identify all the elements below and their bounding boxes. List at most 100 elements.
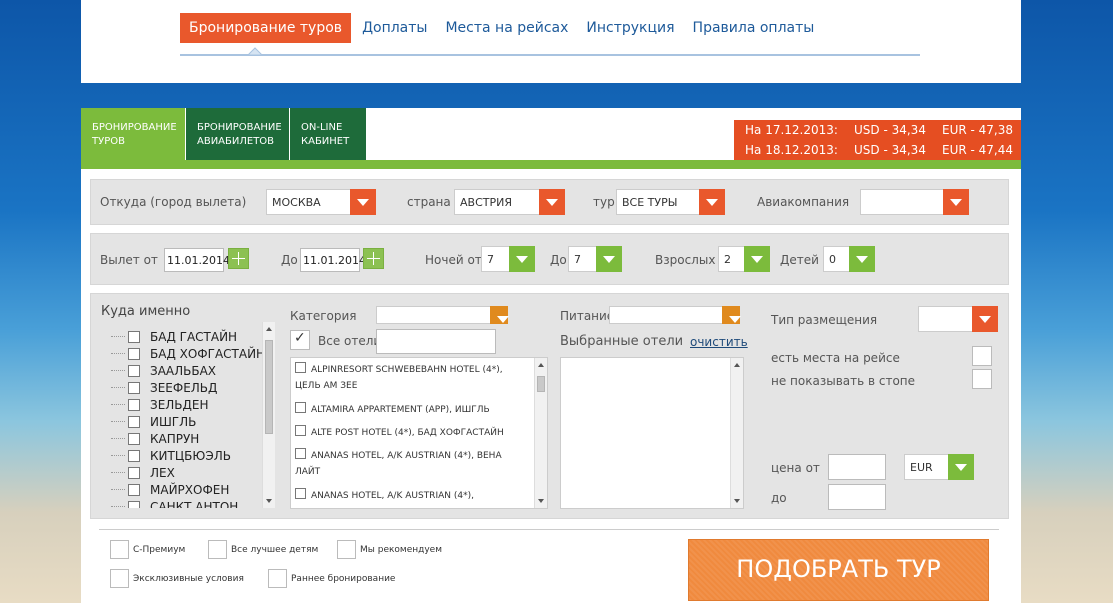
nav-tour-booking[interactable]: Бронирование туров [180, 13, 352, 43]
checkbox[interactable] [295, 448, 306, 459]
city-name: КАПРУН [150, 431, 200, 446]
scroll-up-icon[interactable] [734, 363, 740, 367]
depart-from-input[interactable]: 11.01.2014 [164, 248, 230, 272]
nav-surcharges[interactable]: Доплаты [353, 13, 436, 43]
checkbox[interactable] [128, 330, 140, 343]
nav-instructions[interactable]: Инструкция [577, 13, 683, 43]
list-item[interactable]: ЛЕХ [111, 464, 175, 481]
scroll-up-icon[interactable] [266, 327, 272, 331]
currency-select[interactable]: EUR [904, 454, 974, 480]
option-early-booking[interactable]: Раннее бронирование [268, 569, 395, 588]
city-name: ЗЕЛЬДЕН [150, 397, 209, 412]
calendar-icon[interactable] [228, 248, 249, 269]
rate-usd: USD - 34,34 [854, 123, 926, 137]
checkbox[interactable] [337, 540, 356, 559]
rate-row: На 18.12.2013: USD - 34,34 EUR - 47,44 [734, 140, 1021, 160]
list-item[interactable]: ANANAS HOTEL, A/K AUSTRIAN (4*), ВЕНА ЛАЙ… [295, 448, 530, 480]
price-from-input[interactable] [828, 454, 886, 480]
calendar-icon[interactable] [363, 248, 384, 269]
adults-value: 2 [724, 253, 731, 266]
checkbox[interactable] [128, 432, 140, 445]
scroll-down-icon[interactable] [266, 499, 272, 503]
scroll-down-icon[interactable] [538, 499, 544, 503]
adults-select[interactable]: 2 [718, 246, 770, 272]
checkbox[interactable] [128, 483, 140, 496]
scroll-thumb[interactable] [265, 340, 273, 434]
tab-tour-booking[interactable]: БРОНИРОВАНИЕ ТУРОВ [81, 108, 185, 160]
nights-to-select[interactable]: 7 [568, 246, 622, 272]
all-hotels-checkbox[interactable]: ✓ [290, 330, 310, 350]
checkbox[interactable] [128, 398, 140, 411]
list-item[interactable]: КАПРУН [111, 430, 199, 447]
list-item[interactable]: ИШГЛЬ [111, 413, 196, 430]
clear-selected-link[interactable]: очистить [690, 335, 748, 349]
depart-to-input[interactable]: 11.01.2014 [300, 248, 366, 272]
airline-select[interactable] [860, 189, 969, 215]
price-to-label: до [771, 491, 787, 505]
nav-flight-seats[interactable]: Места на рейсах [436, 13, 577, 43]
list-item[interactable]: ANANAS HOTEL, A/K AUSTRIAN (4*), [295, 488, 530, 504]
option-recommended[interactable]: Мы рекомендуем [337, 540, 442, 559]
list-item[interactable]: ЗЕЕФЕЛЬД [111, 379, 217, 396]
list-item[interactable]: КИТЦБЮЭЛЬ [111, 447, 231, 464]
destinations-list[interactable]: БАД ГАСТАЙН БАД ХОФГАСТАЙН ЗААЛЬБАХ ЗЕЕФ… [101, 322, 279, 508]
tab-online-cabinet[interactable]: ON-LINE КАБИНЕТ [289, 108, 366, 160]
hotels-list[interactable]: ALPINRESORT SCHWEBEBAHN HOTEL (4*), ЦЕЛЬ … [290, 357, 548, 509]
option-premium[interactable]: С-Премиум [110, 540, 185, 559]
nights-from-select[interactable]: 7 [481, 246, 535, 272]
list-item[interactable]: ALTE POST HOTEL (4*), БАД ХОФГАСТАЙН [295, 425, 530, 441]
list-item[interactable]: БАД ХОФГАСТАЙН [111, 345, 265, 362]
destinations-scrollbar[interactable] [262, 322, 275, 508]
category-select[interactable] [376, 306, 509, 324]
find-tour-button[interactable]: ПОДОБРАТЬ ТУР [688, 539, 989, 601]
nav-payment-rules[interactable]: Правила оплаты [684, 13, 824, 43]
checkbox[interactable] [128, 415, 140, 428]
scroll-thumb[interactable] [537, 376, 545, 392]
checkbox[interactable] [268, 569, 287, 588]
hotel-filter-area: Куда именно БАД ГАСТАЙН БАД ХОФГАСТАЙН З… [90, 293, 1009, 519]
list-item[interactable]: БАД ГАСТАЙН [111, 328, 237, 345]
selected-hotels-list[interactable] [560, 357, 744, 509]
checkbox[interactable] [128, 364, 140, 377]
list-item[interactable]: ЗЕЛЬДЕН [111, 396, 209, 413]
list-item[interactable]: МАЙРХОФЕН [111, 481, 229, 498]
departure-city-select[interactable]: МОСКВА [266, 189, 376, 215]
checkbox[interactable] [295, 402, 306, 413]
chevron-down-icon [596, 246, 622, 272]
hotels-scrollbar[interactable] [534, 358, 547, 508]
tour-select[interactable]: ВСЕ ТУРЫ [616, 189, 725, 215]
checkbox[interactable] [128, 381, 140, 394]
checkbox[interactable] [128, 500, 140, 508]
hotel-search-input[interactable] [376, 329, 496, 354]
rate-row: На 17.12.2013: USD - 34,34 EUR - 47,38 [734, 120, 1021, 140]
scroll-up-icon[interactable] [538, 363, 544, 367]
seats-available-checkbox[interactable] [972, 346, 992, 366]
checkbox[interactable] [295, 488, 306, 499]
booking-panel: БРОНИРОВАНИЕ ТУРОВ БРОНИРОВАНИЕ АВИАБИЛЕ… [81, 108, 1021, 603]
tab-flight-booking[interactable]: БРОНИРОВАНИЕ АВИАБИЛЕТОВ [185, 108, 289, 160]
scroll-down-icon[interactable] [734, 499, 740, 503]
selected-hotels-scrollbar[interactable] [730, 358, 743, 508]
checkbox[interactable] [110, 569, 129, 588]
option-best-for-kids[interactable]: Все лучшее детям [208, 540, 318, 559]
list-item[interactable]: САНКТ АНТОН [111, 498, 238, 508]
country-select[interactable]: АВСТРИЯ [454, 189, 565, 215]
checkbox[interactable] [208, 540, 227, 559]
children-select[interactable]: 0 [823, 246, 875, 272]
checkbox[interactable] [128, 449, 140, 462]
list-item[interactable]: ALTAMIRA APPARTEMENT (APP), ИШГЛЬ [295, 402, 530, 418]
meals-select[interactable] [609, 306, 741, 324]
children-label: Детей [780, 253, 819, 267]
checkbox[interactable] [110, 540, 129, 559]
list-item[interactable]: ЗААЛЬБАХ [111, 362, 216, 379]
checkbox[interactable] [128, 347, 140, 360]
hide-stop-checkbox[interactable] [972, 369, 992, 389]
top-panel: Бронирование туров Доплаты Места на рейс… [81, 0, 1021, 83]
room-type-select[interactable] [918, 306, 998, 332]
checkbox[interactable] [295, 362, 306, 373]
price-to-input[interactable] [828, 484, 886, 510]
checkbox[interactable] [295, 425, 306, 436]
list-item[interactable]: ALPINRESORT SCHWEBEBAHN HOTEL (4*), ЦЕЛЬ … [295, 362, 530, 394]
option-exclusive[interactable]: Эксклюзивные условия [110, 569, 244, 588]
checkbox[interactable] [128, 466, 140, 479]
